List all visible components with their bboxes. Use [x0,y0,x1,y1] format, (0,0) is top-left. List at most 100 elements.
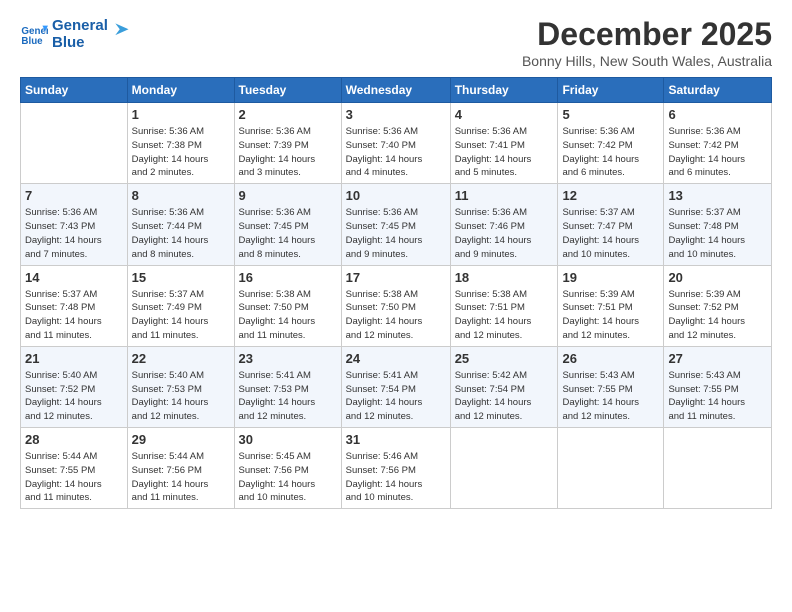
day-number: 4 [455,106,554,124]
cell-info: Sunrise: 5:36 AM Sunset: 7:45 PM Dayligh… [239,206,337,261]
calendar-cell: 15Sunrise: 5:37 AM Sunset: 7:49 PM Dayli… [127,265,234,346]
day-number: 11 [455,187,554,205]
day-header-saturday: Saturday [664,78,772,103]
cell-info: Sunrise: 5:36 AM Sunset: 7:42 PM Dayligh… [668,125,767,180]
cell-info: Sunrise: 5:36 AM Sunset: 7:45 PM Dayligh… [346,206,446,261]
cell-info: Sunrise: 5:38 AM Sunset: 7:50 PM Dayligh… [239,288,337,343]
calendar-table: SundayMondayTuesdayWednesdayThursdayFrid… [20,77,772,509]
calendar-cell: 18Sunrise: 5:38 AM Sunset: 7:51 PM Dayli… [450,265,558,346]
day-number: 16 [239,269,337,287]
cell-info: Sunrise: 5:43 AM Sunset: 7:55 PM Dayligh… [562,369,659,424]
day-header-wednesday: Wednesday [341,78,450,103]
calendar-cell: 25Sunrise: 5:42 AM Sunset: 7:54 PM Dayli… [450,346,558,427]
day-number: 23 [239,350,337,368]
day-number: 10 [346,187,446,205]
page: General Blue General Blue December 2025 … [0,0,792,612]
calendar-cell: 30Sunrise: 5:45 AM Sunset: 7:56 PM Dayli… [234,428,341,509]
header: General Blue General Blue December 2025 … [20,16,772,69]
day-number: 1 [132,106,230,124]
cell-info: Sunrise: 5:46 AM Sunset: 7:56 PM Dayligh… [346,450,446,505]
logo-line1: General [52,18,108,35]
calendar-cell: 17Sunrise: 5:38 AM Sunset: 7:50 PM Dayli… [341,265,450,346]
week-row-1: 1Sunrise: 5:36 AM Sunset: 7:38 PM Daylig… [21,103,772,184]
cell-info: Sunrise: 5:41 AM Sunset: 7:53 PM Dayligh… [239,369,337,424]
cell-info: Sunrise: 5:44 AM Sunset: 7:55 PM Dayligh… [25,450,123,505]
cell-info: Sunrise: 5:36 AM Sunset: 7:41 PM Dayligh… [455,125,554,180]
day-number: 12 [562,187,659,205]
location-title: Bonny Hills, New South Wales, Australia [522,53,772,69]
week-row-5: 28Sunrise: 5:44 AM Sunset: 7:55 PM Dayli… [21,428,772,509]
cell-info: Sunrise: 5:38 AM Sunset: 7:51 PM Dayligh… [455,288,554,343]
calendar-cell: 21Sunrise: 5:40 AM Sunset: 7:52 PM Dayli… [21,346,128,427]
day-number: 14 [25,269,123,287]
cell-info: Sunrise: 5:39 AM Sunset: 7:52 PM Dayligh… [668,288,767,343]
day-header-friday: Friday [558,78,664,103]
calendar-cell: 5Sunrise: 5:36 AM Sunset: 7:42 PM Daylig… [558,103,664,184]
calendar-cell: 12Sunrise: 5:37 AM Sunset: 7:47 PM Dayli… [558,184,664,265]
day-number: 25 [455,350,554,368]
cell-info: Sunrise: 5:36 AM Sunset: 7:44 PM Dayligh… [132,206,230,261]
calendar-cell: 19Sunrise: 5:39 AM Sunset: 7:51 PM Dayli… [558,265,664,346]
cell-info: Sunrise: 5:36 AM Sunset: 7:38 PM Dayligh… [132,125,230,180]
calendar-cell: 8Sunrise: 5:36 AM Sunset: 7:44 PM Daylig… [127,184,234,265]
cell-info: Sunrise: 5:39 AM Sunset: 7:51 PM Dayligh… [562,288,659,343]
calendar-cell: 10Sunrise: 5:36 AM Sunset: 7:45 PM Dayli… [341,184,450,265]
calendar-cell: 24Sunrise: 5:41 AM Sunset: 7:54 PM Dayli… [341,346,450,427]
week-row-2: 7Sunrise: 5:36 AM Sunset: 7:43 PM Daylig… [21,184,772,265]
week-row-4: 21Sunrise: 5:40 AM Sunset: 7:52 PM Dayli… [21,346,772,427]
calendar-cell: 9Sunrise: 5:36 AM Sunset: 7:45 PM Daylig… [234,184,341,265]
cell-info: Sunrise: 5:36 AM Sunset: 7:43 PM Dayligh… [25,206,123,261]
cell-info: Sunrise: 5:37 AM Sunset: 7:48 PM Dayligh… [668,206,767,261]
week-row-3: 14Sunrise: 5:37 AM Sunset: 7:48 PM Dayli… [21,265,772,346]
day-number: 6 [668,106,767,124]
calendar-cell: 16Sunrise: 5:38 AM Sunset: 7:50 PM Dayli… [234,265,341,346]
calendar-cell: 31Sunrise: 5:46 AM Sunset: 7:56 PM Dayli… [341,428,450,509]
calendar-cell: 13Sunrise: 5:37 AM Sunset: 7:48 PM Dayli… [664,184,772,265]
cell-info: Sunrise: 5:44 AM Sunset: 7:56 PM Dayligh… [132,450,230,505]
day-number: 8 [132,187,230,205]
day-number: 22 [132,350,230,368]
day-number: 21 [25,350,123,368]
cell-info: Sunrise: 5:36 AM Sunset: 7:39 PM Dayligh… [239,125,337,180]
day-header-tuesday: Tuesday [234,78,341,103]
cell-info: Sunrise: 5:36 AM Sunset: 7:40 PM Dayligh… [346,125,446,180]
calendar-cell: 27Sunrise: 5:43 AM Sunset: 7:55 PM Dayli… [664,346,772,427]
day-number: 29 [132,431,230,449]
day-number: 24 [346,350,446,368]
day-header-sunday: Sunday [21,78,128,103]
days-header-row: SundayMondayTuesdayWednesdayThursdayFrid… [21,78,772,103]
day-number: 3 [346,106,446,124]
cell-info: Sunrise: 5:36 AM Sunset: 7:42 PM Dayligh… [562,125,659,180]
cell-info: Sunrise: 5:40 AM Sunset: 7:53 PM Dayligh… [132,369,230,424]
day-number: 15 [132,269,230,287]
calendar-cell: 22Sunrise: 5:40 AM Sunset: 7:53 PM Dayli… [127,346,234,427]
day-number: 19 [562,269,659,287]
calendar-cell: 3Sunrise: 5:36 AM Sunset: 7:40 PM Daylig… [341,103,450,184]
day-number: 26 [562,350,659,368]
cell-info: Sunrise: 5:38 AM Sunset: 7:50 PM Dayligh… [346,288,446,343]
cell-info: Sunrise: 5:43 AM Sunset: 7:55 PM Dayligh… [668,369,767,424]
calendar-cell: 1Sunrise: 5:36 AM Sunset: 7:38 PM Daylig… [127,103,234,184]
cell-info: Sunrise: 5:41 AM Sunset: 7:54 PM Dayligh… [346,369,446,424]
calendar-cell: 20Sunrise: 5:39 AM Sunset: 7:52 PM Dayli… [664,265,772,346]
day-number: 17 [346,269,446,287]
calendar-cell: 14Sunrise: 5:37 AM Sunset: 7:48 PM Dayli… [21,265,128,346]
calendar-cell: 6Sunrise: 5:36 AM Sunset: 7:42 PM Daylig… [664,103,772,184]
day-number: 30 [239,431,337,449]
calendar-cell: 26Sunrise: 5:43 AM Sunset: 7:55 PM Dayli… [558,346,664,427]
day-number: 5 [562,106,659,124]
day-number: 20 [668,269,767,287]
calendar-cell: 4Sunrise: 5:36 AM Sunset: 7:41 PM Daylig… [450,103,558,184]
logo-icon: General Blue [20,20,48,48]
logo: General Blue General Blue [20,16,130,51]
calendar-cell [450,428,558,509]
day-number: 2 [239,106,337,124]
cell-info: Sunrise: 5:42 AM Sunset: 7:54 PM Dayligh… [455,369,554,424]
day-number: 9 [239,187,337,205]
day-number: 7 [25,187,123,205]
cell-info: Sunrise: 5:37 AM Sunset: 7:48 PM Dayligh… [25,288,123,343]
calendar-cell [664,428,772,509]
day-number: 18 [455,269,554,287]
cell-info: Sunrise: 5:40 AM Sunset: 7:52 PM Dayligh… [25,369,123,424]
calendar-cell: 28Sunrise: 5:44 AM Sunset: 7:55 PM Dayli… [21,428,128,509]
